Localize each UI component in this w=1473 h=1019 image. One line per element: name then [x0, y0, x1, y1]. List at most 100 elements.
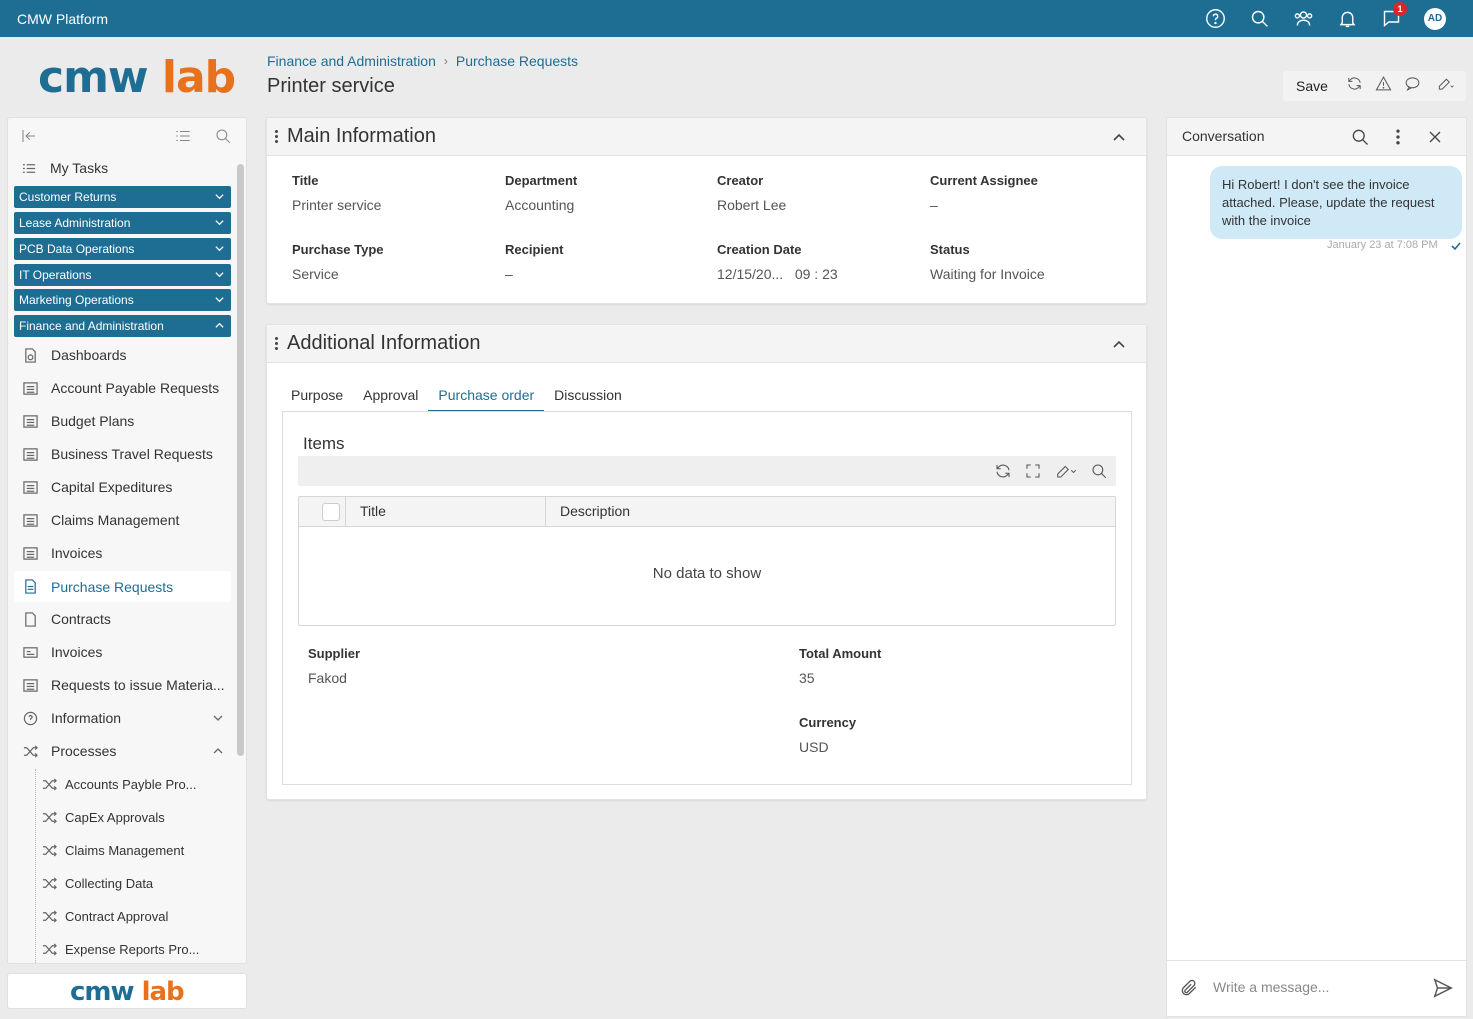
chat-icon[interactable]: 1	[1369, 0, 1413, 37]
sidebar-item-requests-to-issue-materials[interactable]: Requests to issue Materia...	[8, 674, 234, 696]
sidebar-item-budget-plans[interactable]: Budget Plans	[8, 410, 234, 432]
edit-menu-icon[interactable]	[1054, 462, 1078, 485]
select-all-checkbox[interactable]	[322, 503, 340, 521]
column-divider	[545, 497, 546, 526]
list-view-icon[interactable]	[174, 127, 192, 150]
record-toolbar: Save	[1283, 71, 1466, 101]
more-options-icon[interactable]	[1388, 127, 1408, 147]
sidebar-item-invoices[interactable]: Invoices	[8, 542, 234, 564]
process-icon	[22, 743, 38, 759]
empty-state-text: No data to show	[652, 565, 762, 582]
list-icon	[22, 545, 38, 561]
field-currency: Currency USD	[799, 715, 857, 755]
sidebar-item-claims-management[interactable]: Claims Management	[8, 509, 234, 531]
sidebar-scrollbar[interactable]	[237, 164, 244, 756]
tasks-icon	[21, 160, 37, 176]
refresh-icon[interactable]	[994, 462, 1012, 485]
page-title: Printer service	[267, 75, 395, 97]
conversation-title: Conversation	[1182, 128, 1265, 144]
sidebar-group-finance-and-administration[interactable]: Finance and Administration	[14, 315, 231, 337]
sidebar-item-my-tasks[interactable]: My Tasks	[8, 158, 234, 178]
help-icon[interactable]	[1193, 0, 1237, 37]
chevron-right-icon: ›	[443, 54, 448, 68]
field-total-amount: Total Amount 35	[799, 646, 882, 686]
warning-icon[interactable]	[1375, 75, 1392, 97]
bell-icon[interactable]	[1325, 0, 1369, 37]
avatar: AD	[1424, 7, 1446, 30]
top-icons: 1 AD	[1193, 0, 1457, 37]
message-bubble: Hi Robert! I don't see the invoice attac…	[1210, 166, 1462, 239]
message-input[interactable]: Write a message...	[1213, 979, 1329, 995]
drag-handle-icon[interactable]	[275, 337, 279, 350]
breadcrumb-level2[interactable]: Purchase Requests	[456, 53, 578, 69]
field-creator: Creator Robert Lee	[717, 173, 787, 213]
process-icon	[41, 941, 57, 957]
main-information-title: Main Information	[287, 125, 436, 147]
sidebar-item-purchase-requests[interactable]: Purchase Requests	[14, 571, 231, 602]
drag-handle-icon[interactable]	[275, 130, 279, 143]
document-icon	[22, 579, 38, 595]
info-icon	[22, 710, 38, 726]
field-recipient: Recipient –	[505, 242, 564, 282]
collapse-icon[interactable]	[1112, 130, 1126, 144]
sidebar-item-business-travel-requests[interactable]: Business Travel Requests	[8, 443, 234, 465]
column-title[interactable]: Title	[360, 503, 386, 519]
sidebar-item-information[interactable]: Information	[8, 707, 234, 729]
conversation-panel: Conversation Hi Robert! I don't see the …	[1166, 117, 1467, 1017]
search-icon[interactable]	[1237, 0, 1281, 37]
items-toolbar	[298, 456, 1116, 486]
footer-logo-box: cmw lab	[7, 973, 247, 1009]
chevron-up-icon	[214, 320, 225, 331]
sidebar-item-dashboards[interactable]: Dashboards	[8, 344, 234, 366]
sidebar-item-contracts[interactable]: Contracts	[8, 608, 234, 630]
save-button[interactable]: Save	[1296, 78, 1328, 94]
chevron-down-icon	[214, 294, 225, 305]
sidebar-item-account-payable-requests[interactable]: Account Payable Requests	[8, 377, 234, 399]
items-title: Items	[303, 434, 345, 453]
sidebar-process-contract-approval[interactable]: Contract Approval	[8, 906, 234, 926]
search-icon[interactable]	[1350, 127, 1370, 147]
send-icon[interactable]	[1432, 977, 1454, 999]
app-title: CMW Platform	[17, 10, 108, 27]
card-icon	[22, 644, 38, 660]
search-icon[interactable]	[1090, 462, 1108, 485]
comment-icon[interactable]	[1404, 75, 1421, 97]
sidebar-process-expense-reports[interactable]: Expense Reports Pro...	[8, 939, 234, 959]
conversation-header: Conversation	[1167, 118, 1466, 156]
sidebar-group-marketing-operations[interactable]: Marketing Operations	[14, 289, 231, 311]
sidebar-process-capex-approvals[interactable]: CapEx Approvals	[8, 807, 234, 827]
breadcrumb-level1[interactable]: Finance and Administration	[267, 53, 436, 69]
users-icon[interactable]	[1281, 0, 1325, 37]
refresh-icon[interactable]	[1346, 75, 1363, 97]
tab-approval[interactable]: Approval	[353, 387, 428, 412]
attach-icon[interactable]	[1179, 978, 1199, 998]
sidebar-item-capital-expeditures[interactable]: Capital Expeditures	[8, 476, 234, 498]
sidebar-group-customer-returns[interactable]: Customer Returns	[14, 186, 231, 208]
list-icon	[22, 413, 38, 429]
main-information-panel: Main Information Title Printer service D…	[266, 117, 1147, 304]
process-icon	[41, 875, 57, 891]
tab-purpose[interactable]: Purpose	[281, 387, 353, 412]
sidebar-item-processes[interactable]: Processes	[8, 740, 234, 762]
field-department: Department Accounting	[505, 173, 578, 213]
collapse-sidebar-icon[interactable]	[20, 127, 38, 150]
collapse-icon[interactable]	[1112, 337, 1126, 351]
sidebar-item-invoices-2[interactable]: Invoices	[8, 641, 234, 663]
sidebar-group-lease-administration[interactable]: Lease Administration	[14, 212, 231, 234]
field-purchase-type: Purchase Type Service	[292, 242, 384, 282]
edit-menu-icon[interactable]	[1433, 75, 1457, 97]
sidebar-process-accounts-payable[interactable]: Accounts Payble Pro...	[8, 774, 234, 794]
fullscreen-icon[interactable]	[1024, 462, 1042, 485]
tab-purchase-order[interactable]: Purchase order	[428, 387, 545, 412]
column-description[interactable]: Description	[560, 503, 630, 519]
sidebar-search-icon[interactable]	[214, 127, 232, 150]
list-icon	[22, 479, 38, 495]
sidebar-process-claims-management[interactable]: Claims Management	[8, 840, 234, 860]
column-divider	[345, 497, 346, 526]
sidebar-process-collecting-data[interactable]: Collecting Data	[8, 873, 234, 893]
tab-discussion[interactable]: Discussion	[544, 387, 632, 412]
sidebar-group-it-operations[interactable]: IT Operations	[14, 264, 231, 286]
close-icon[interactable]	[1425, 127, 1445, 147]
sidebar-group-pcb-data-operations[interactable]: PCB Data Operations	[14, 238, 231, 260]
user-avatar[interactable]: AD	[1413, 0, 1457, 37]
